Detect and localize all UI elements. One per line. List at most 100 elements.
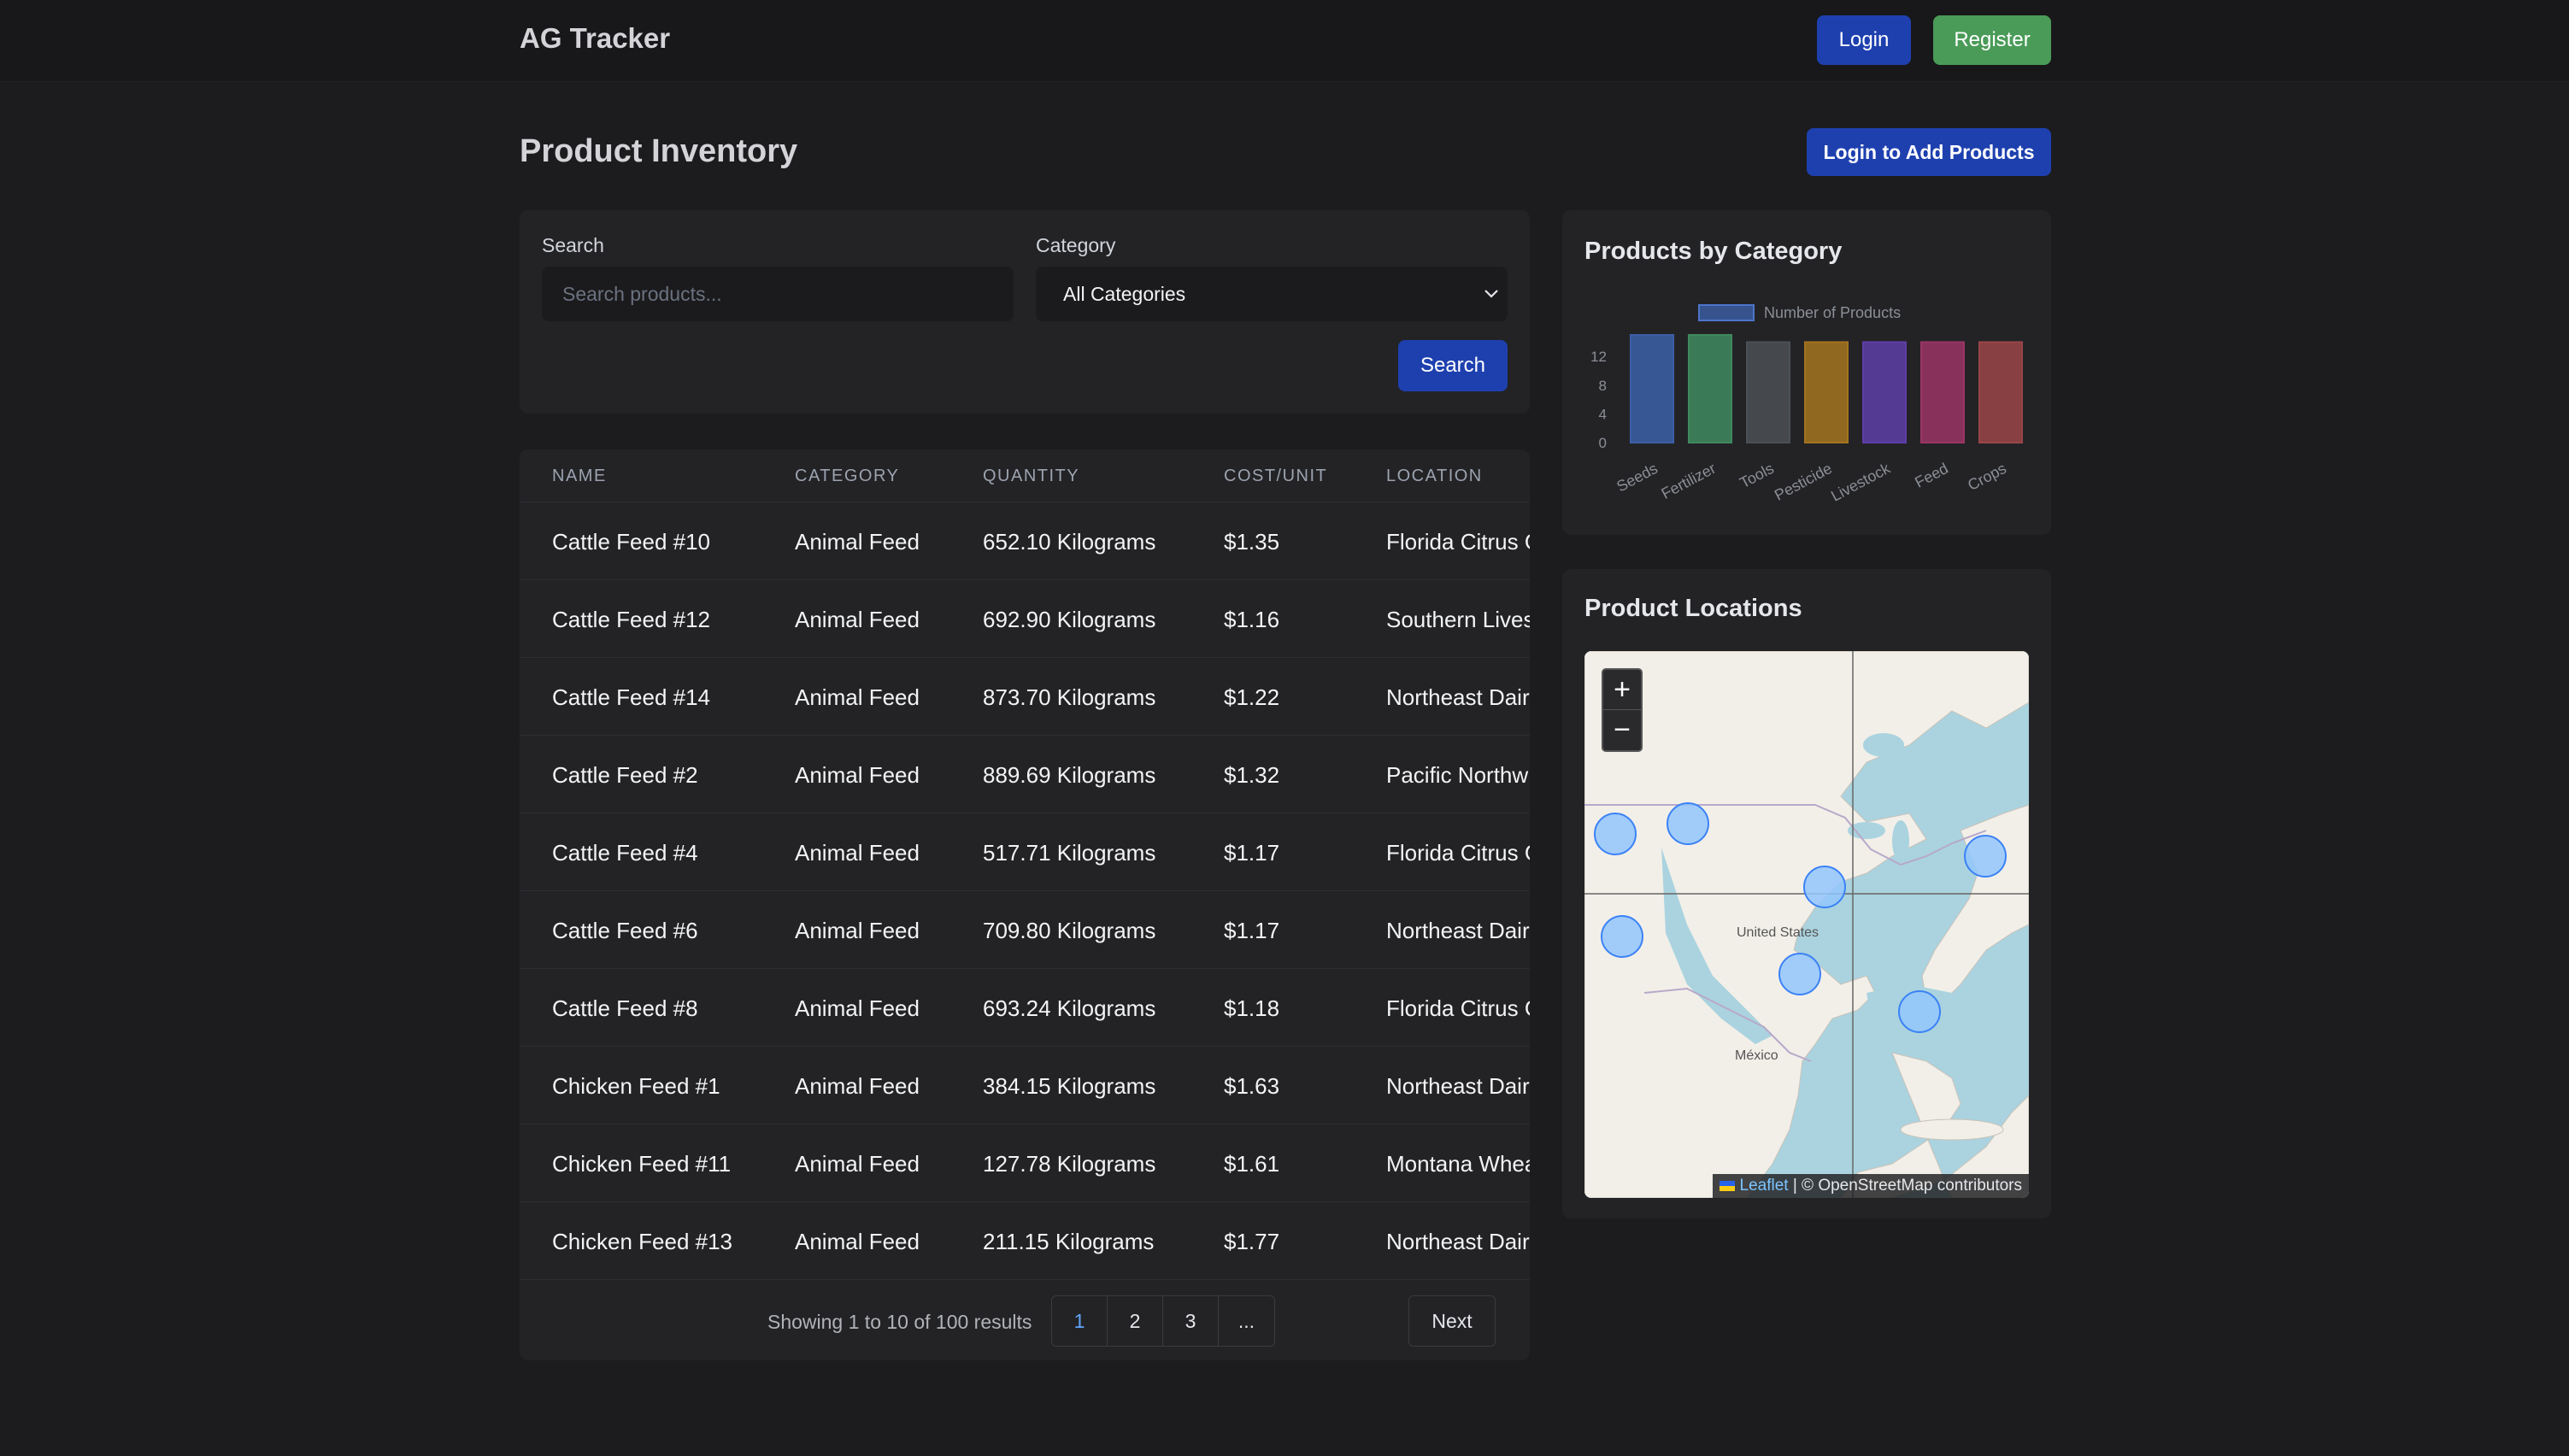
bar-fertilizer <box>1688 334 1732 443</box>
x-tick-label: Pesticide <box>1772 460 1835 504</box>
map-label-united-states: United States <box>1737 925 1819 940</box>
zoom-in-button[interactable]: + <box>1603 670 1641 710</box>
cell-name: Chicken Feed #11 <box>552 1151 732 1177</box>
cell-cost: $1.22 <box>1224 684 1280 710</box>
caribbean-islands <box>1900 1118 2004 1141</box>
bar-livestock <box>1862 341 1907 443</box>
cell-cost: $1.35 <box>1224 529 1280 555</box>
cell-name: Cattle Feed #12 <box>552 607 711 632</box>
zoom-out-button[interactable]: − <box>1603 710 1641 750</box>
cell-cost: $1.16 <box>1224 607 1280 632</box>
cell-cost: $1.77 <box>1224 1229 1280 1254</box>
column-header-quantity[interactable]: QUANTITY <box>983 467 1079 486</box>
next-page-button[interactable]: Next <box>1408 1295 1496 1347</box>
cell-category: Animal Feed <box>795 529 920 555</box>
cell-name: Chicken Feed #1 <box>552 1073 720 1099</box>
cell-category: Animal Feed <box>795 1073 920 1099</box>
login-button[interactable]: Login <box>1817 15 1911 65</box>
cell-quantity: 127.78 Kilograms <box>983 1151 1156 1177</box>
location-marker[interactable] <box>1594 813 1637 855</box>
x-tick-label: Tools <box>1737 460 1777 491</box>
chevron-down-icon <box>1484 290 1498 298</box>
map-tiles: United States México <box>1584 651 2029 1198</box>
cell-location: Northeast Dair <box>1386 918 1530 943</box>
x-tick-label: Fertilizer <box>1659 460 1719 502</box>
cell-category: Animal Feed <box>795 1229 920 1254</box>
page-buttons: 1 2 3 ... <box>1051 1295 1275 1347</box>
table-row[interactable]: Cattle Feed #12 Animal Feed 692.90 Kilogra… <box>520 581 1530 658</box>
table-row[interactable]: Cattle Feed #10 Animal Feed 652.10 Kilogra… <box>520 503 1530 580</box>
column-header-cost-unit[interactable]: COST/UNIT <box>1224 467 1327 486</box>
inventory-table: NAME CATEGORY QUANTITY COST/UNIT LOCATIO… <box>520 449 1530 1360</box>
cell-category: Animal Feed <box>795 840 920 866</box>
pagination-bar: Showing 1 to 10 of 100 results 1 2 3 ...… <box>520 1277 1530 1360</box>
cell-category: Animal Feed <box>795 918 920 943</box>
locations-map[interactable]: United States México + − Leaflet | © Ope… <box>1584 651 2029 1198</box>
table-header: NAME CATEGORY QUANTITY COST/UNIT LOCATIO… <box>520 449 1530 502</box>
y-tick-label: 12 <box>1590 349 1607 365</box>
map-attribution: Leaflet | © OpenStreetMap contributors <box>1713 1174 2029 1198</box>
page-button-3[interactable]: 3 <box>1163 1296 1219 1346</box>
table-row[interactable]: Cattle Feed #8 Animal Feed 693.24 Kilogram… <box>520 970 1530 1047</box>
table-row[interactable]: Cattle Feed #4 Animal Feed 517.71 Kilogram… <box>520 814 1530 891</box>
location-marker[interactable] <box>1778 953 1821 995</box>
cell-cost: $1.17 <box>1224 840 1280 866</box>
page-title: Product Inventory <box>520 133 798 169</box>
category-bar-chart: Number of Products 0 4 8 12 SeedsFertilizer To… <box>1590 304 2023 505</box>
cell-location: Northeast Dair <box>1386 684 1530 710</box>
login-to-add-products-button[interactable]: Login to Add Products <box>1807 128 2051 176</box>
leaflet-link[interactable]: Leaflet <box>1740 1177 1789 1195</box>
cell-location: Florida Citrus G <box>1386 529 1530 555</box>
category-select[interactable]: All Categories <box>1036 267 1508 321</box>
table-row[interactable]: Cattle Feed #6 Animal Feed 709.80 Kilogram… <box>520 892 1530 969</box>
x-tick-label: Feed <box>1912 460 1951 491</box>
cell-category: Animal Feed <box>795 684 920 710</box>
page-button-ellipsis[interactable]: ... <box>1219 1296 1274 1346</box>
osm-attribution: | © OpenStreetMap contributors <box>1788 1177 2022 1195</box>
cell-name: Cattle Feed #6 <box>552 918 698 943</box>
page-button-2[interactable]: 2 <box>1108 1296 1163 1346</box>
brand-logo[interactable]: AG Tracker <box>520 22 670 55</box>
cell-location: Montana Whea <box>1386 1151 1530 1177</box>
table-row[interactable]: Chicken Feed #13 Animal Feed 211.15 Kilogr… <box>520 1203 1530 1280</box>
table-row[interactable]: Chicken Feed #11 Animal Feed 127.78 Kilogr… <box>520 1125 1530 1202</box>
location-marker[interactable] <box>1803 866 1846 908</box>
cell-quantity: 889.69 Kilograms <box>983 762 1156 788</box>
bar-tools <box>1746 341 1790 443</box>
cell-quantity: 873.70 Kilograms <box>983 684 1156 710</box>
column-header-location[interactable]: LOCATION <box>1386 467 1483 486</box>
map-label-mexico: México <box>1735 1048 1778 1063</box>
column-header-category[interactable]: CATEGORY <box>795 467 899 486</box>
x-tick-label: Livestock <box>1828 459 1894 504</box>
cell-cost: $1.61 <box>1224 1151 1280 1177</box>
cell-cost: $1.18 <box>1224 995 1280 1021</box>
table-row[interactable]: Cattle Feed #2 Animal Feed 889.69 Kilogram… <box>520 737 1530 813</box>
cell-cost: $1.17 <box>1224 918 1280 943</box>
cell-location: Florida Citrus G <box>1386 995 1530 1021</box>
register-button[interactable]: Register <box>1933 15 2051 65</box>
cell-location: Florida Citrus G <box>1386 840 1530 866</box>
y-tick-label: 0 <box>1599 435 1607 451</box>
zoom-control: + − <box>1602 668 1643 752</box>
location-marker[interactable] <box>1667 802 1709 845</box>
search-button[interactable]: Search <box>1398 340 1508 391</box>
page-button-1[interactable]: 1 <box>1052 1296 1108 1346</box>
legend-label: Number of Products <box>1764 304 1901 321</box>
table-row[interactable]: Cattle Feed #14 Animal Feed 873.70 Kilogra… <box>520 659 1530 736</box>
location-marker[interactable] <box>1601 915 1643 958</box>
search-input[interactable] <box>542 267 1014 321</box>
cell-quantity: 652.10 Kilograms <box>983 529 1156 555</box>
cell-name: Cattle Feed #2 <box>552 762 698 788</box>
cell-category: Animal Feed <box>795 762 920 788</box>
column-header-name[interactable]: NAME <box>552 467 607 486</box>
location-marker[interactable] <box>1898 990 1941 1033</box>
cell-category: Animal Feed <box>795 1151 920 1177</box>
location-marker[interactable] <box>1964 835 2007 878</box>
category-label: Category <box>1036 234 1116 256</box>
product-locations-panel: Product Locations United States México +… <box>1562 569 2051 1218</box>
top-navbar: AG Tracker Login Register <box>0 0 2569 82</box>
bar-pesticide <box>1804 341 1849 443</box>
cell-quantity: 211.15 Kilograms <box>983 1229 1155 1254</box>
table-row[interactable]: Chicken Feed #1 Animal Feed 384.15 Kilogra… <box>520 1048 1530 1124</box>
cell-quantity: 709.80 Kilograms <box>983 918 1156 943</box>
